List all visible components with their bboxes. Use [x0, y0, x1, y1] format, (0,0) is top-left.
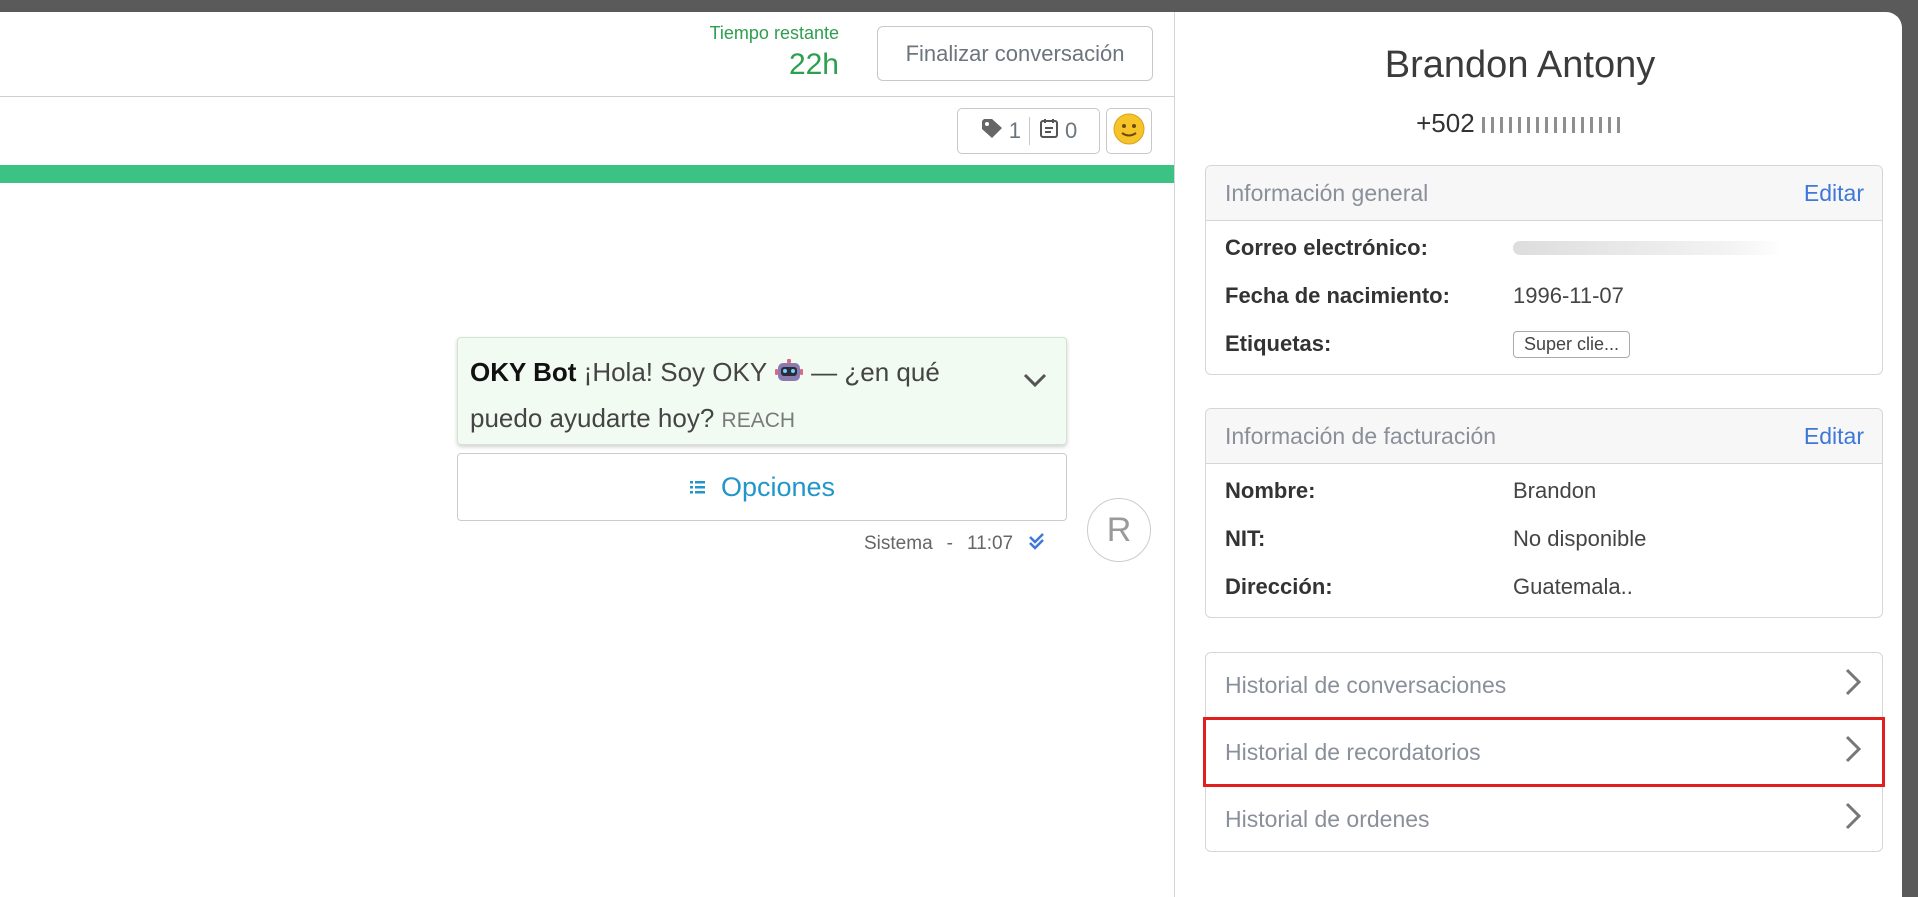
- options-button[interactable]: Opciones: [457, 453, 1067, 521]
- conversation-history-label: Historial de conversaciones: [1225, 671, 1507, 698]
- address-label: Dirección:: [1225, 574, 1333, 599]
- list-icon: [689, 472, 707, 503]
- time-remaining-label: Tiempo restante: [709, 23, 839, 43]
- conversation-history-item[interactable]: Historial de conversaciones: [1205, 652, 1883, 718]
- nit-label: NIT:: [1225, 526, 1266, 551]
- info-row-birthdate: Fecha de nacimiento: 1996-11-07: [1206, 272, 1882, 320]
- billing-row-nit: NIT: No disponible: [1206, 515, 1882, 563]
- birthdate-value: 1996-11-07: [1513, 283, 1624, 308]
- orders-history-label: Historial de ordenes: [1225, 805, 1430, 832]
- billing-info-title: Información de facturación: [1225, 422, 1497, 449]
- contact-sidebar: Brandon Antony +502 Información general …: [1174, 12, 1902, 897]
- conversation-progress-bar: [0, 165, 1174, 183]
- reminders-history-label: Historial de recordatorios: [1225, 738, 1481, 765]
- phone-redacted: [1481, 117, 1624, 134]
- smiley-icon: [1112, 112, 1146, 151]
- edit-billing-info-link[interactable]: Editar: [1804, 423, 1864, 450]
- reminders-history-item[interactable]: Historial de recordatorios: [1203, 717, 1885, 787]
- message-sender: OKY Bot: [470, 357, 577, 387]
- nit-value: No disponible: [1513, 526, 1647, 551]
- meta-separator: -: [946, 533, 953, 554]
- chevron-right-icon: [1844, 667, 1862, 703]
- message-author: Sistema: [864, 533, 933, 554]
- tags-label: Etiquetas:: [1225, 331, 1332, 356]
- notes-counter[interactable]: 0: [1038, 117, 1077, 145]
- window-edge: [1902, 12, 1918, 897]
- options-label: Opciones: [720, 471, 836, 502]
- avatar[interactable]: R: [1087, 498, 1151, 562]
- billing-info-card: Información de facturación Editar Nombre…: [1205, 408, 1883, 618]
- contact-name: Brandon Antony: [1384, 44, 1656, 86]
- chat-header: Tiempo restante 22h Finalizar conversaci…: [0, 12, 1174, 97]
- tags-count: 1: [1008, 118, 1021, 143]
- calendar-note-icon: [1038, 117, 1060, 145]
- double-check-icon: [1027, 532, 1047, 556]
- message-meta: Sistema - 11:07: [864, 532, 1047, 556]
- time-remaining-value: 22h: [788, 48, 839, 81]
- birthdate-label: Fecha de nacimiento:: [1225, 283, 1450, 308]
- notes-count: 0: [1065, 118, 1078, 143]
- bot-message-bubble: OKY Bot ¡Hola! Soy OKY — ¿en qué puedo a…: [457, 337, 1067, 445]
- robot-emoji-icon: [774, 356, 804, 398]
- email-value-redacted: [1513, 241, 1783, 255]
- chevron-right-icon: [1844, 801, 1862, 837]
- general-info-title: Información general: [1225, 179, 1429, 206]
- chat-panel: Tiempo restante 22h Finalizar conversaci…: [0, 12, 1174, 897]
- contact-phone: +502: [1175, 108, 1865, 139]
- billing-name-label: Nombre:: [1225, 478, 1316, 503]
- channel-tag: REACH: [721, 409, 796, 432]
- progress-fill: [0, 165, 1174, 183]
- tags-notes-counter[interactable]: 1 0: [957, 108, 1100, 154]
- message-time: 11:07: [966, 533, 1014, 554]
- general-info-header: Información general Editar: [1206, 166, 1882, 221]
- billing-name-value: Brandon: [1513, 478, 1597, 503]
- emoji-button[interactable]: [1106, 108, 1152, 154]
- chevron-down-icon[interactable]: [1022, 360, 1048, 401]
- message-text-start: ¡Hola! Soy OKY: [583, 357, 767, 387]
- email-label: Correo electrónico:: [1225, 235, 1428, 260]
- billing-row-name: Nombre: Brandon: [1206, 467, 1882, 515]
- phone-prefix: +502: [1416, 108, 1475, 138]
- address-value: Guatemala..: [1513, 574, 1633, 599]
- tag-icon: [980, 117, 1004, 145]
- billing-row-address: Dirección: Guatemala..: [1206, 563, 1882, 611]
- general-info-card: Información general Editar Correo electr…: [1205, 165, 1883, 375]
- tags-counter[interactable]: 1: [980, 117, 1021, 145]
- info-row-email: Correo electrónico:: [1206, 224, 1882, 272]
- info-row-tags: Etiquetas: Super clie...: [1206, 320, 1882, 368]
- counter-divider: [1029, 117, 1030, 145]
- tag-chip[interactable]: Super clie...: [1513, 330, 1631, 358]
- billing-info-header: Información de facturación Editar: [1206, 409, 1882, 464]
- chevron-right-icon: [1844, 734, 1862, 770]
- finish-conversation-button[interactable]: Finalizar conversación: [877, 26, 1153, 81]
- orders-history-item[interactable]: Historial de ordenes: [1205, 786, 1883, 852]
- edit-general-info-link[interactable]: Editar: [1804, 180, 1864, 207]
